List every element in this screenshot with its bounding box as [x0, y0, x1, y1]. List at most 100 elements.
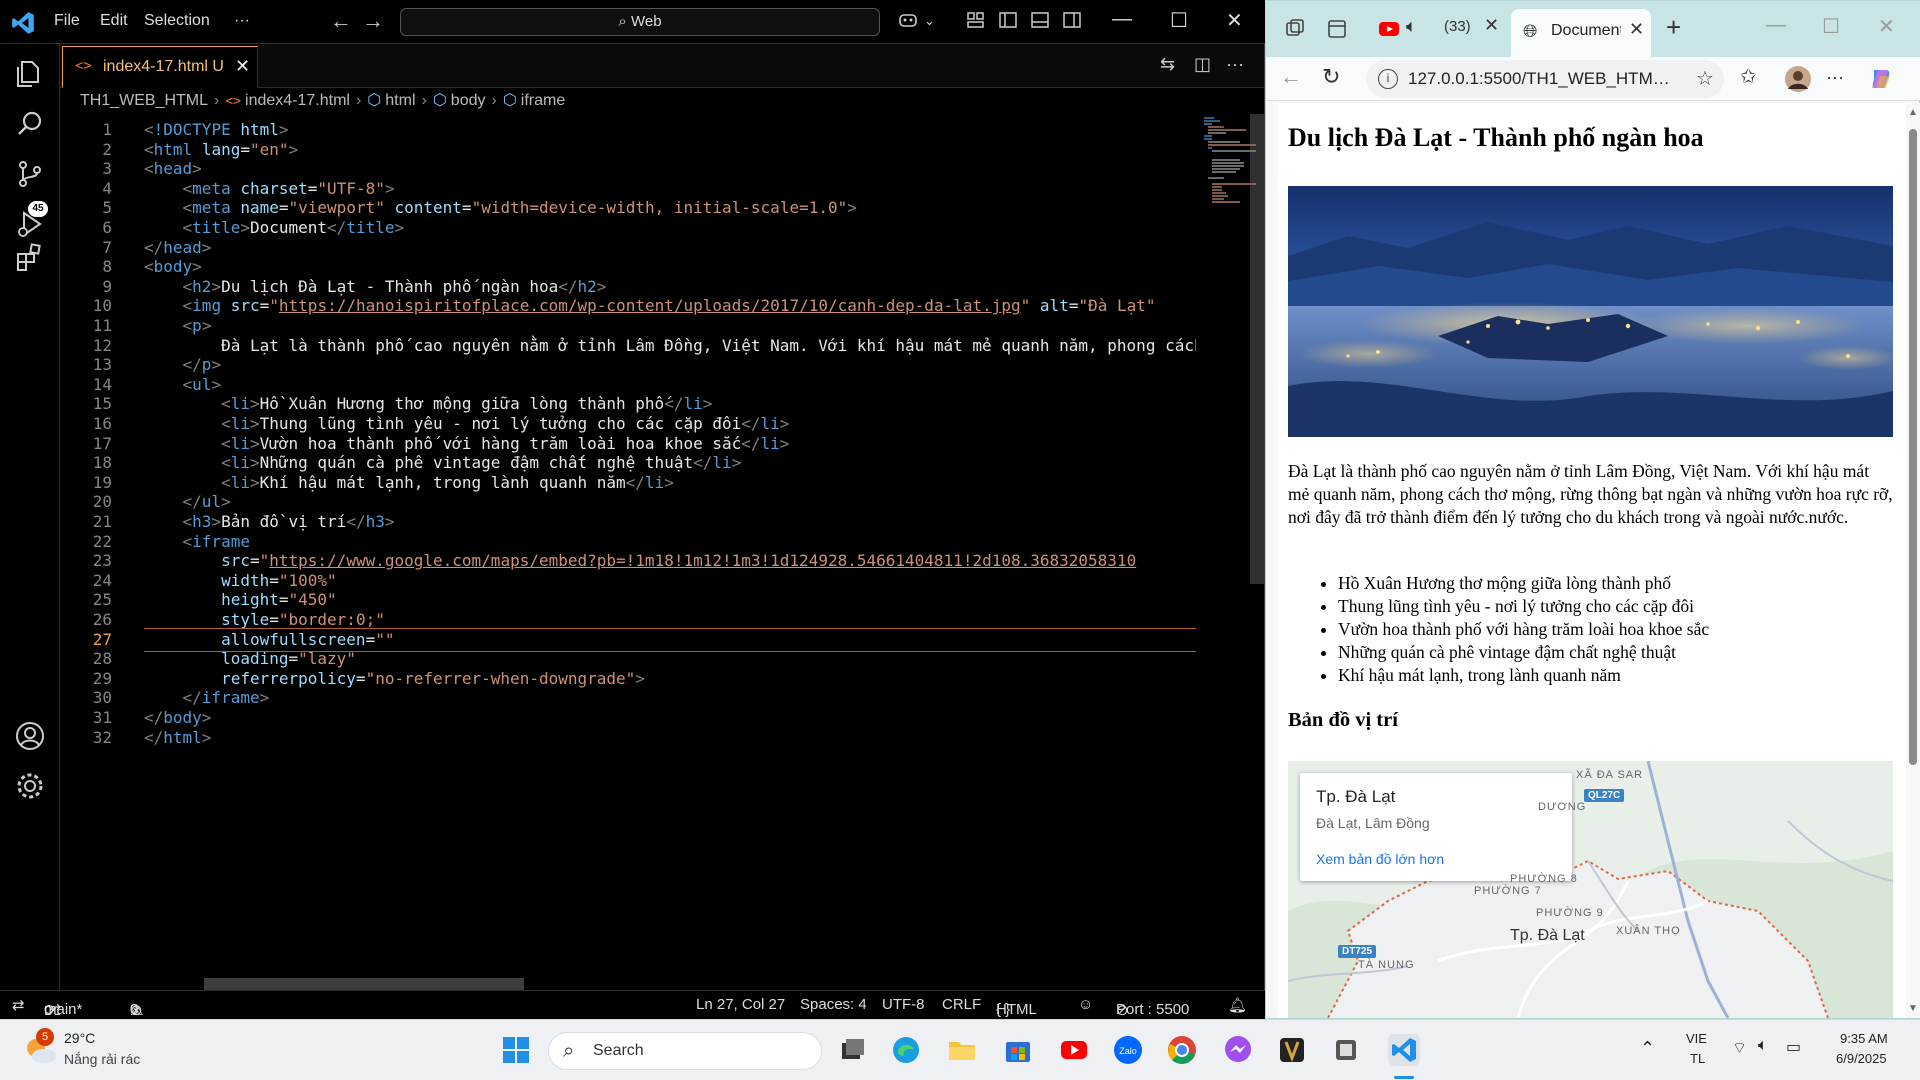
gear-icon[interactable]	[14, 770, 46, 802]
copilot-status-icon[interactable]: ☺	[1078, 996, 1093, 1013]
breadcrumb-file[interactable]: index4-17.html	[245, 92, 350, 109]
search-label: Search	[593, 1042, 644, 1059]
cursor-position[interactable]: Ln 27, Col 27	[696, 996, 785, 1013]
favorite-star-icon[interactable]: ☆	[1696, 66, 1714, 91]
scroll-up-icon[interactable]: ▲	[1908, 107, 1918, 118]
close-icon[interactable]: ✕	[1878, 14, 1895, 39]
editor-horizontal-scrollbar[interactable]	[204, 978, 524, 990]
chrome-icon[interactable]	[1166, 1034, 1198, 1066]
split-editor-icon[interactable]: ◫	[1194, 54, 1211, 75]
workspaces-icon[interactable]	[1284, 18, 1306, 40]
copilot-icon[interactable]	[1868, 66, 1894, 92]
more-menu-icon[interactable]: ···	[1826, 67, 1844, 88]
language-indicator[interactable]: VIE	[1686, 1031, 1707, 1046]
scroll-thumb[interactable]	[1909, 129, 1917, 765]
windows-start-icon[interactable]	[500, 1034, 532, 1066]
view-larger-map-link[interactable]: Xem bản đồ lớn hơn	[1316, 851, 1444, 867]
list-item: Hồ Xuân Hương thơ mộng giữa lòng thành p…	[1338, 572, 1893, 595]
vscode-taskbar-icon[interactable]	[1388, 1034, 1420, 1066]
search-icon[interactable]	[14, 108, 46, 140]
info-icon[interactable]: i	[1378, 69, 1398, 89]
toggle-panel-icon[interactable]	[1030, 10, 1050, 30]
more-actions-icon[interactable]: ···	[1226, 54, 1244, 75]
menu-edit[interactable]: Edit	[100, 12, 128, 30]
html-file-icon: <>	[75, 58, 92, 74]
breadcrumb-body[interactable]: body	[451, 92, 486, 109]
google-map-embed[interactable]: Tp. Đà Lạt Đà Lạt, Lâm Đồng Xem bản đồ l…	[1288, 761, 1893, 1018]
battery-icon[interactable]: ▭	[1786, 1037, 1801, 1057]
page-scrollbar[interactable]: ▲ ▼	[1906, 103, 1920, 1018]
minimize-icon[interactable]: —	[1766, 14, 1786, 37]
breadcrumb-html[interactable]: html	[385, 92, 415, 109]
favorites-icon[interactable]: ✩	[1740, 64, 1757, 89]
code-editor[interactable]: 1 <!DOCTYPE html> 2 <html lang="en"> 3 <head>…	[60, 114, 1264, 990]
layout-customize-icon[interactable]	[966, 10, 986, 30]
close-tab-icon[interactable]: ✕	[235, 56, 250, 77]
profile-avatar[interactable]	[1784, 65, 1812, 93]
youtube-icon[interactable]	[1058, 1034, 1090, 1066]
file-explorer-icon[interactable]	[946, 1034, 978, 1066]
clock-date[interactable]: 6/9/2025	[1836, 1051, 1887, 1066]
app-icon[interactable]	[1330, 1034, 1362, 1066]
remote-icon[interactable]: ⇄	[12, 996, 25, 1014]
code-line[interactable]: 32 </html>	[60, 726, 1160, 750]
indentation[interactable]: Spaces: 4	[800, 996, 867, 1013]
youtube-tab-label[interactable]: (33)	[1444, 18, 1471, 35]
line-ending[interactable]: CRLF	[942, 996, 981, 1013]
toggle-sidebar-icon[interactable]	[998, 10, 1018, 30]
breadcrumb-iframe[interactable]: iframe	[521, 92, 565, 109]
copilot-icon[interactable]	[898, 10, 918, 30]
maximize-icon[interactable]: ☐	[1822, 14, 1840, 39]
speaker-icon[interactable]: 🔈︎	[1406, 16, 1417, 37]
language-sub: TL	[1690, 1051, 1706, 1066]
url-text[interactable]: 127.0.0.1:5500/TH1_WEB_HTML/index4-17.ht…	[1408, 69, 1678, 89]
close-icon[interactable]: ✕	[1226, 8, 1243, 33]
menu-more[interactable]: ···	[234, 12, 250, 30]
clock-time[interactable]: 9:35 AM	[1840, 1031, 1888, 1046]
html-file-icon: <>	[225, 94, 242, 109]
new-tab-icon[interactable]: +	[1666, 12, 1681, 43]
extensions-icon[interactable]	[14, 242, 46, 274]
edge-icon[interactable]	[890, 1034, 922, 1066]
editor-vertical-scrollbar[interactable]	[1250, 114, 1264, 584]
menu-file[interactable]: File	[54, 12, 80, 30]
port-label: Port : 5500	[1116, 1001, 1190, 1018]
scroll-down-icon[interactable]: ▼	[1908, 1003, 1918, 1014]
bell-icon[interactable]: 🔔︎	[1228, 996, 1247, 1014]
chevron-down-icon[interactable]: ⌄	[924, 13, 935, 29]
tab-document[interactable]: 🌐︎ Document ✕	[1511, 9, 1651, 57]
task-view-icon[interactable]	[836, 1034, 868, 1066]
wifi-icon[interactable]: ⌔	[1732, 1038, 1747, 1058]
encoding[interactable]: UTF-8	[882, 996, 925, 1013]
open-changes-icon[interactable]: ⇆	[1160, 54, 1175, 75]
game-app-icon[interactable]	[1276, 1034, 1308, 1066]
taskbar-search[interactable]: ⌕ Search	[548, 1032, 822, 1070]
toggle-secondary-sidebar-icon[interactable]	[1062, 10, 1082, 30]
run-debug-icon[interactable]	[14, 208, 46, 240]
forward-arrow-icon[interactable]: →	[362, 8, 384, 34]
microsoft-store-icon[interactable]	[1002, 1034, 1034, 1066]
menu-selection[interactable]: Selection	[144, 12, 210, 30]
close-tab-icon[interactable]: ✕	[1484, 15, 1499, 36]
tab-actions-icon[interactable]	[1326, 18, 1348, 40]
tab-index4-17-html[interactable]: <> index4-17.html U ✕	[62, 46, 258, 88]
command-center[interactable]: ⌕ Web	[400, 8, 880, 36]
web-page-content: Du lịch Đà Lạt - Thành phố ngàn hoa Đà L…	[1278, 103, 1908, 1018]
youtube-icon[interactable]	[1378, 18, 1400, 40]
volume-icon[interactable]: 🔈︎	[1758, 1037, 1768, 1055]
chevron-up-icon[interactable]: ⌃	[1640, 1038, 1655, 1059]
warning-count: 0	[130, 1001, 139, 1018]
refresh-icon[interactable]: ↻	[1322, 64, 1340, 90]
back-arrow-icon[interactable]: ←	[330, 8, 352, 34]
zalo-icon[interactable]: Zalo	[1112, 1034, 1144, 1066]
minimize-icon[interactable]: —	[1112, 8, 1132, 31]
source-control-icon[interactable]	[14, 158, 46, 190]
close-tab-icon[interactable]: ✕	[1629, 19, 1644, 40]
breadcrumb-folder[interactable]: TH1_WEB_HTML	[80, 92, 208, 109]
account-icon[interactable]	[14, 720, 46, 752]
address-bar[interactable]: i 127.0.0.1:5500/TH1_WEB_HTML/index4-17.…	[1366, 60, 1724, 98]
maximize-icon[interactable]: ☐	[1170, 8, 1188, 33]
back-arrow-icon[interactable]: ←	[1280, 64, 1302, 90]
messenger-icon[interactable]	[1222, 1034, 1254, 1066]
explorer-icon[interactable]	[14, 58, 46, 90]
